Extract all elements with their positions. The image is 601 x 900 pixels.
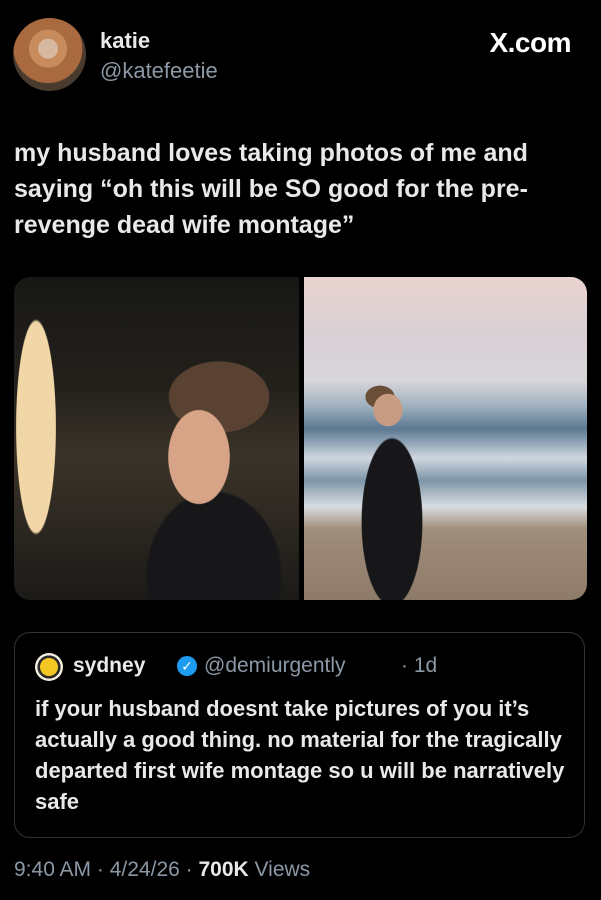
- views-count: 700K: [198, 858, 249, 881]
- tweet-meta: 9:40 AM · 4/24/26 · 700K Views: [14, 858, 310, 882]
- views-label: Views: [248, 858, 311, 881]
- quoted-author-name: sydney: [73, 654, 146, 677]
- quoted-tweet-card[interactable]: sydney ✓ @demiurgently · 1d if your husb…: [14, 632, 585, 838]
- author-avatar[interactable]: [13, 18, 86, 91]
- meta-separator: ·: [179, 858, 199, 881]
- tweet-text: my husband loves taking photos of me and…: [14, 139, 528, 239]
- author-handle[interactable]: @katefeetie: [100, 58, 218, 84]
- tweet-photo-1[interactable]: [14, 277, 299, 600]
- quoted-timestamp: · 1d: [401, 654, 438, 677]
- tweet-date[interactable]: 4/24/26: [110, 858, 180, 881]
- verified-badge-icon: ✓: [177, 656, 197, 676]
- meta-separator: ·: [91, 858, 110, 881]
- quoted-avatar[interactable]: [35, 653, 63, 681]
- quoted-tweet-text: if your husband doesnt take pictures of …: [35, 696, 565, 814]
- tweet-photo-2[interactable]: [304, 277, 587, 600]
- author-name[interactable]: katie: [100, 28, 150, 54]
- quoted-author-handle: @demiurgently: [204, 654, 346, 677]
- x-logo: X.com: [489, 27, 571, 58]
- tweet-time[interactable]: 9:40 AM: [14, 858, 91, 881]
